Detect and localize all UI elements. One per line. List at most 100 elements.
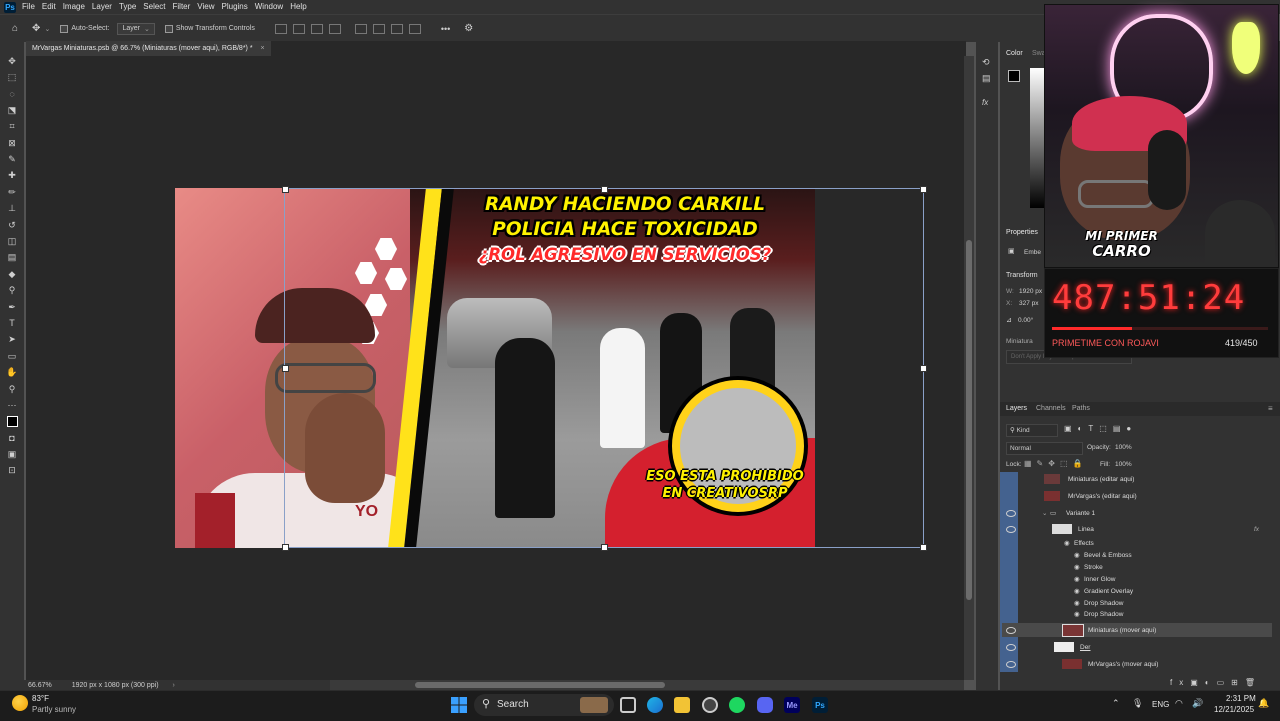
align-left-icon[interactable] — [274, 23, 287, 34]
effects-row[interactable]: ◉ Effects — [1002, 537, 1272, 549]
align-top-icon[interactable] — [354, 23, 367, 34]
stamp-tool-icon[interactable]: ⊥ — [0, 201, 24, 217]
blend-mode-dropdown[interactable]: Normal — [1006, 442, 1083, 455]
layer-filter-icons[interactable]: ▣◐T⬚▤● — [1064, 424, 1137, 433]
transform-handle[interactable] — [282, 186, 289, 193]
opacity-input[interactable]: 100% — [1115, 444, 1132, 451]
fill-input[interactable]: 100% — [1115, 461, 1132, 468]
blur-tool-icon[interactable]: ◆ — [0, 266, 24, 282]
eye-icon[interactable]: ◉ — [1064, 539, 1070, 547]
layer-actions[interactable]: fx▣◐▭⊞🗑 — [1170, 678, 1262, 687]
checkbox-icon[interactable] — [60, 24, 69, 33]
eye-icon[interactable]: ◉ — [1074, 599, 1080, 607]
transform-handle[interactable] — [282, 544, 289, 551]
fx-badge[interactable]: fx — [1254, 526, 1259, 533]
clock-time[interactable]: 2:31 PM — [1226, 694, 1256, 703]
width-value[interactable]: 1920 px — [1019, 288, 1042, 295]
wifi-icon[interactable]: ◠ — [1175, 698, 1183, 709]
transform-handle[interactable] — [920, 544, 927, 551]
menu-edit[interactable]: Edit — [42, 0, 56, 14]
menu-filter[interactable]: Filter — [173, 0, 191, 14]
language-indicator[interactable]: ENG — [1152, 700, 1169, 709]
eyedropper-icon[interactable]: ✎ — [0, 151, 24, 167]
more-tools-icon[interactable]: ⋯ — [0, 397, 24, 413]
show-transform-checkbox[interactable]: Show Transform Controls — [164, 24, 255, 33]
photoshop-icon[interactable]: Ps — [812, 697, 828, 713]
path-select-icon[interactable]: ➤ — [0, 332, 24, 348]
layer-row[interactable]: Miniaturas (editar aqui) — [1002, 473, 1272, 485]
screen-mode-icon[interactable]: ▣ — [0, 446, 24, 462]
move-tool-icon[interactable]: ✥ — [32, 23, 40, 34]
lasso-tool-icon[interactable]: ◌ — [0, 86, 24, 102]
layer-row[interactable]: MrVargas's (editar aqui) — [1002, 490, 1272, 502]
lock-icons[interactable]: ▦✎✥⬚🔒 — [1024, 459, 1087, 468]
notification-bell-icon[interactable]: 🔔 — [1258, 698, 1269, 709]
github-icon[interactable] — [702, 697, 718, 713]
eye-icon[interactable] — [1006, 644, 1016, 651]
menu-help[interactable]: Help — [290, 0, 306, 14]
menu-view[interactable]: View — [197, 0, 214, 14]
transform-handle[interactable] — [920, 186, 927, 193]
layer-row[interactable]: Linea fx — [1002, 523, 1272, 535]
eye-icon[interactable] — [1006, 510, 1016, 517]
fx-icon[interactable]: fx — [982, 98, 988, 107]
marquee-tool-icon[interactable]: ⬚ — [0, 69, 24, 85]
layer-row[interactable]: Der — [1002, 641, 1272, 653]
align-middle-icon[interactable] — [372, 23, 385, 34]
menu-type[interactable]: Type — [119, 0, 136, 14]
effect-row[interactable]: ◉ Stroke — [1002, 561, 1272, 573]
menu-image[interactable]: Image — [63, 0, 85, 14]
eye-icon[interactable]: ◉ — [1074, 587, 1080, 595]
weather-icon[interactable] — [12, 695, 28, 711]
effect-row[interactable]: ◉ Bevel & Emboss — [1002, 549, 1272, 561]
eye-icon[interactable]: ◉ — [1074, 575, 1080, 583]
tab-color[interactable]: Color — [1006, 50, 1023, 57]
frame-tool-icon[interactable]: ⊠ — [0, 135, 24, 151]
type-tool-icon[interactable]: T — [0, 315, 24, 331]
brush-tool-icon[interactable]: ✏ — [0, 184, 24, 200]
tab-layers[interactable]: Layers — [1006, 405, 1027, 412]
hand-tool-icon[interactable]: ✋ — [0, 364, 24, 380]
healing-brush-icon[interactable]: ✚ — [0, 168, 24, 184]
pen-tool-icon[interactable]: ✒ — [0, 299, 24, 315]
color-swatches-icon[interactable] — [0, 414, 24, 430]
zoom-level[interactable]: 66.67% — [28, 682, 52, 689]
layer-filter-dropdown[interactable]: ⚲ Kind — [1006, 424, 1058, 437]
eye-icon[interactable]: ◉ — [1074, 610, 1080, 618]
distribute-vertical-icon[interactable] — [408, 23, 421, 34]
transform-handle[interactable] — [601, 186, 608, 193]
document-size-info[interactable]: 1920 px x 1080 px (300 ppi) — [72, 682, 159, 689]
eye-icon[interactable] — [1006, 526, 1016, 533]
color-picker-field[interactable] — [1030, 68, 1044, 208]
foreground-color-swatch[interactable] — [1008, 70, 1020, 82]
menu-window[interactable]: Window — [255, 0, 283, 14]
layer-row[interactable]: MrVargas's (mover aqui) — [1002, 658, 1272, 670]
comment-icon[interactable]: ▤ — [982, 73, 991, 84]
home-icon[interactable]: ⌂ — [12, 23, 18, 34]
chevron-right-icon[interactable]: › — [173, 682, 175, 689]
x-value[interactable]: 327 px — [1019, 300, 1039, 307]
windows-start-icon[interactable] — [451, 697, 467, 713]
transform-bounding-box[interactable] — [282, 186, 927, 551]
microphone-icon[interactable]: 🎙 — [1132, 698, 1143, 709]
align-right-icon[interactable] — [310, 23, 323, 34]
spotify-icon[interactable] — [729, 697, 745, 713]
document-tab[interactable]: MrVargas Miniaturas.psb @ 66.7% (Miniatu… — [26, 41, 271, 56]
menu-layer[interactable]: Layer — [92, 0, 112, 14]
layer-row-selected[interactable]: Miniaturas (mover aqui) — [1002, 623, 1272, 637]
eraser-icon[interactable]: ◫ — [0, 233, 24, 249]
task-view-icon[interactable] — [620, 697, 636, 713]
history-icon[interactable]: ⟲ — [982, 57, 990, 68]
effect-row[interactable]: ◉ Gradient Overlay — [1002, 585, 1272, 597]
vertical-scroll-thumb[interactable] — [966, 240, 972, 600]
distribute-icon[interactable] — [328, 23, 341, 34]
tab-paths[interactable]: Paths — [1072, 405, 1090, 412]
angle-value[interactable]: 0.00° — [1018, 317, 1033, 324]
eye-icon[interactable] — [1006, 627, 1016, 634]
weather-desc[interactable]: Partly sunny — [32, 705, 76, 714]
menu-select[interactable]: Select — [143, 0, 165, 14]
gear-icon[interactable]: ⚙ — [464, 23, 473, 34]
search-highlight-image[interactable] — [580, 697, 608, 713]
edge-icon[interactable] — [647, 697, 663, 713]
quick-mask-icon[interactable]: ◘ — [0, 430, 24, 446]
